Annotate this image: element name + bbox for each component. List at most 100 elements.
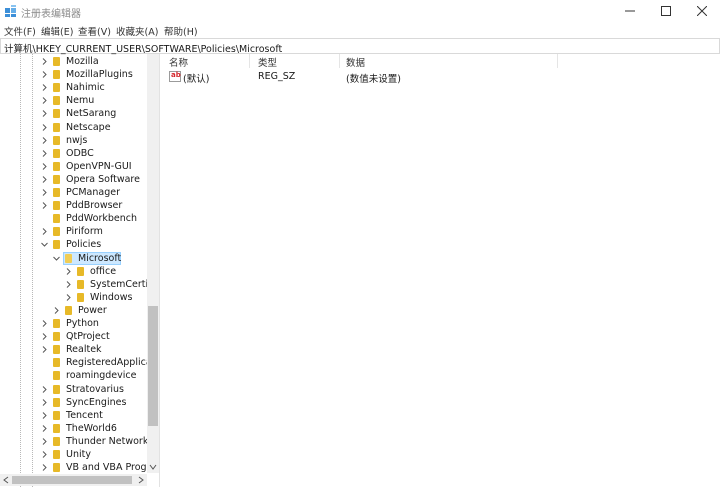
chevron-right-icon[interactable] [40,160,48,173]
tree-item[interactable]: Realtek [0,343,159,356]
tree-item[interactable]: TheWorld6 [0,422,159,435]
tree-item-label: office [90,265,117,277]
tree-item[interactable]: PddBrowser [0,199,159,212]
tree-item[interactable]: PCManager [0,186,159,199]
address-bar[interactable]: 计算机\HKEY_CURRENT_USER\SOFTWARE\Policies\… [0,38,720,55]
chevron-right-icon[interactable] [40,422,48,435]
tree-item-label: Power [78,304,107,316]
folder-icon [53,450,60,459]
column-separator[interactable] [339,54,340,68]
menu-file[interactable]: 文件(F) [4,24,36,38]
tree-item[interactable]: Windows [0,291,159,304]
tree-vertical-scroll-thumb[interactable] [148,306,158,426]
tree-item[interactable]: Netscape [0,121,159,134]
tree-item-label: Nahimic [66,82,105,94]
maximize-button[interactable] [648,0,684,22]
menu-favorites[interactable]: 收藏夹(A) [116,24,158,38]
chevron-right-icon[interactable] [40,147,48,160]
chevron-right-icon[interactable] [40,330,48,343]
tree-item[interactable]: MozillaPlugins [0,68,159,81]
tree-item[interactable]: Microsoft [0,252,159,265]
tree-item[interactable]: PddWorkbench [0,212,159,225]
chevron-right-icon[interactable] [40,107,48,120]
tree-item[interactable]: Power [0,304,159,317]
scroll-right-arrow-icon[interactable] [135,474,147,486]
close-button[interactable] [684,0,720,22]
tree-item[interactable]: SystemCertificates [0,278,159,291]
tree-item-label: VB and VBA Program Settings [66,462,159,474]
chevron-right-icon[interactable] [64,291,72,304]
tree-item[interactable]: Stratovarius [0,383,159,396]
address-path[interactable]: 计算机\HKEY_CURRENT_USER\SOFTWARE\Policies\… [4,41,282,55]
chevron-right-icon[interactable] [40,396,48,409]
tree-item[interactable]: QtProject [0,330,159,343]
minimize-button[interactable] [612,0,648,22]
chevron-right-icon[interactable] [52,304,60,317]
tree-item[interactable]: OpenVPN-GUI [0,160,159,173]
chevron-right-icon[interactable] [40,383,48,396]
tree-item[interactable]: NetSarang [0,107,159,120]
tree-item[interactable]: VB and VBA Program Settings [0,461,159,474]
chevron-right-icon[interactable] [40,199,48,212]
chevron-right-icon[interactable] [40,81,48,94]
menu-help[interactable]: 帮助(H) [164,24,198,38]
tree-item-label: Netscape [66,121,111,133]
menu-edit[interactable]: 编辑(E) [41,24,73,38]
tree-item[interactable]: Thunder Network [0,435,159,448]
tree-item[interactable]: ODBC [0,147,159,160]
chevron-right-icon[interactable] [40,121,48,134]
chevron-right-icon[interactable] [40,461,48,474]
column-header-type[interactable]: 类型 [258,55,277,69]
column-header-data[interactable]: 数据 [346,55,365,69]
tree-item-label: PddWorkbench [66,213,137,225]
tree-item[interactable]: Piriform [0,225,159,238]
tree-item-label: Piriform [66,226,103,238]
tree-item[interactable]: Policies [0,238,159,251]
tree-item[interactable]: roamingdevice [0,369,159,382]
menu-view[interactable]: 查看(V) [78,24,111,38]
tree-item[interactable]: Tencent [0,409,159,422]
tree-item[interactable]: Mozilla [0,55,159,68]
tree-item-label: Opera Software [66,173,140,185]
chevron-right-icon[interactable] [40,343,48,356]
tree-item[interactable]: SyncEngines [0,396,159,409]
column-header-name[interactable]: 名称 [169,55,188,69]
tree-item[interactable]: Unity [0,448,159,461]
tree-item[interactable]: Opera Software [0,173,159,186]
values-list-pane[interactable]: 名称 类型 数据 ab (默认) REG_SZ (数值未设置) [163,54,720,487]
chevron-right-icon[interactable] [40,68,48,81]
chevron-right-icon[interactable] [40,134,48,147]
close-icon [697,6,707,16]
tree-horizontal-scroll-thumb[interactable] [12,476,132,484]
tree-item-label: NetSarang [66,108,117,120]
tree-item[interactable]: office [0,265,159,278]
tree-item[interactable]: RegisteredApplications [0,356,159,369]
chevron-right-icon[interactable] [64,278,72,291]
tree-item-label: Microsoft [78,252,122,264]
key-tree-pane[interactable]: Mozilla MozillaPlugins Nahimic Nemu NetSaran… [0,54,160,487]
chevron-right-icon[interactable] [64,265,72,278]
scroll-down-arrow-icon[interactable] [147,461,159,473]
tree-item[interactable]: Python [0,317,159,330]
tree-item-label: Realtek [66,344,102,356]
scroll-left-arrow-icon[interactable] [0,474,12,486]
folder-icon [53,345,60,355]
chevron-right-icon[interactable] [40,409,48,422]
tree-item-label: RegisteredApplications [66,357,159,369]
tree-item[interactable]: Nemu [0,94,159,107]
chevron-right-icon[interactable] [40,448,48,461]
chevron-right-icon[interactable] [40,317,48,330]
tree-item[interactable]: nwjs [0,134,159,147]
tree-item[interactable]: Nahimic [0,81,159,94]
chevron-right-icon[interactable] [40,186,48,199]
column-separator[interactable] [557,54,558,68]
chevron-down-icon[interactable] [52,252,60,265]
chevron-right-icon[interactable] [40,55,48,68]
chevron-right-icon[interactable] [40,435,48,448]
chevron-down-icon[interactable] [40,238,48,251]
chevron-right-icon[interactable] [40,173,48,186]
chevron-right-icon[interactable] [40,94,48,107]
chevron-right-icon[interactable] [40,225,48,238]
column-separator[interactable] [249,54,250,68]
value-row[interactable]: ab (默认) REG_SZ (数值未设置) [163,70,720,85]
